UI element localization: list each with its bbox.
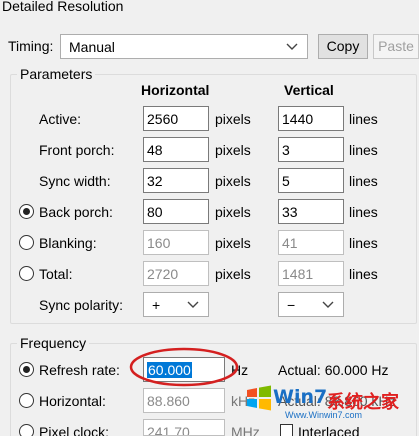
sync-width-v-unit: lines [349,173,378,189]
timing-label: Timing: [8,38,54,54]
blanking-label: Blanking: [39,235,97,251]
pixel-clock-label: Pixel clock: [39,424,110,436]
front-porch-h-unit: pixels [215,142,251,158]
vertical-header: Vertical [284,82,334,98]
windows-logo-icon [247,385,271,411]
active-h-unit: pixels [215,111,251,127]
blanking-radio[interactable] [19,235,34,250]
watermark: Win7 系统之家 Www.Winwin7.com [245,382,417,422]
front-porch-v-input[interactable]: 3 [278,137,344,162]
window-title: Detailed Resolution [2,0,124,14]
sync-width-label: Sync width: [39,173,111,189]
total-h-input[interactable]: 2720 [143,261,209,286]
sync-polarity-label: Sync polarity: [39,297,124,313]
horizontal-header: Horizontal [141,82,210,98]
blanking-h-input[interactable]: 160 [143,230,209,255]
blanking-v-input[interactable]: 41 [278,230,344,255]
back-porch-v-unit: lines [349,204,378,220]
timing-value: Manual [69,39,115,55]
sync-polarity-v-value: − [287,297,296,313]
chevron-down-icon [322,301,334,308]
chevron-down-icon [286,43,298,50]
watermark-brand: Win7 [273,386,328,408]
chevron-down-icon [187,301,199,308]
total-v-input[interactable]: 1481 [278,261,344,286]
active-v-input[interactable]: 1440 [278,106,344,131]
refresh-rate-radio[interactable] [19,362,34,377]
active-v-unit: lines [349,111,378,127]
pixel-clock-input[interactable]: 241.70 [143,419,225,436]
copy-button[interactable]: Copy [318,34,368,59]
sync-polarity-v-select[interactable]: − [278,292,344,317]
pixel-clock-unit: MHz [231,424,260,436]
frequency-legend: Frequency [17,334,90,352]
red-circle-annotation [129,347,239,387]
refresh-rate-label: Refresh rate: [39,362,120,378]
timing-select[interactable]: Manual [60,34,308,59]
horizontal-freq-input[interactable]: 88.860 [143,388,225,413]
back-porch-h-unit: pixels [215,204,251,220]
sync-polarity-h-value: + [152,297,161,313]
active-label: Active: [39,111,82,127]
sync-width-v-input[interactable]: 5 [278,168,344,193]
pixel-clock-radio[interactable] [19,424,34,436]
watermark-url: Www.Winwin7.com [285,410,363,420]
blanking-h-unit: pixels [215,235,251,251]
parameters-legend: Parameters [17,65,96,83]
interlaced-label: Interlaced [298,424,360,436]
back-porch-v-input[interactable]: 33 [278,199,344,224]
total-h-unit: pixels [215,266,251,282]
horizontal-freq-radio[interactable] [19,393,34,408]
active-h-input[interactable]: 2560 [143,106,209,131]
refresh-rate-actual: Actual: 60.000 Hz [278,362,389,378]
total-label: Total: [39,266,73,282]
total-v-unit: lines [349,266,378,282]
back-porch-label: Back porch: [39,204,113,220]
paste-button[interactable]: Paste [373,34,419,59]
front-porch-v-unit: lines [349,142,378,158]
sync-width-h-unit: pixels [215,173,251,189]
front-porch-label: Front porch: [39,142,115,158]
blanking-v-unit: lines [349,235,378,251]
total-radio[interactable] [19,266,34,281]
front-porch-h-input[interactable]: 48 [143,137,209,162]
back-porch-h-input[interactable]: 80 [143,199,209,224]
sync-width-h-input[interactable]: 32 [143,168,209,193]
back-porch-radio[interactable] [19,204,34,219]
horizontal-freq-label: Horizontal: [39,393,106,409]
interlaced-checkbox[interactable] [280,424,293,436]
sync-polarity-h-select[interactable]: + [143,292,209,317]
